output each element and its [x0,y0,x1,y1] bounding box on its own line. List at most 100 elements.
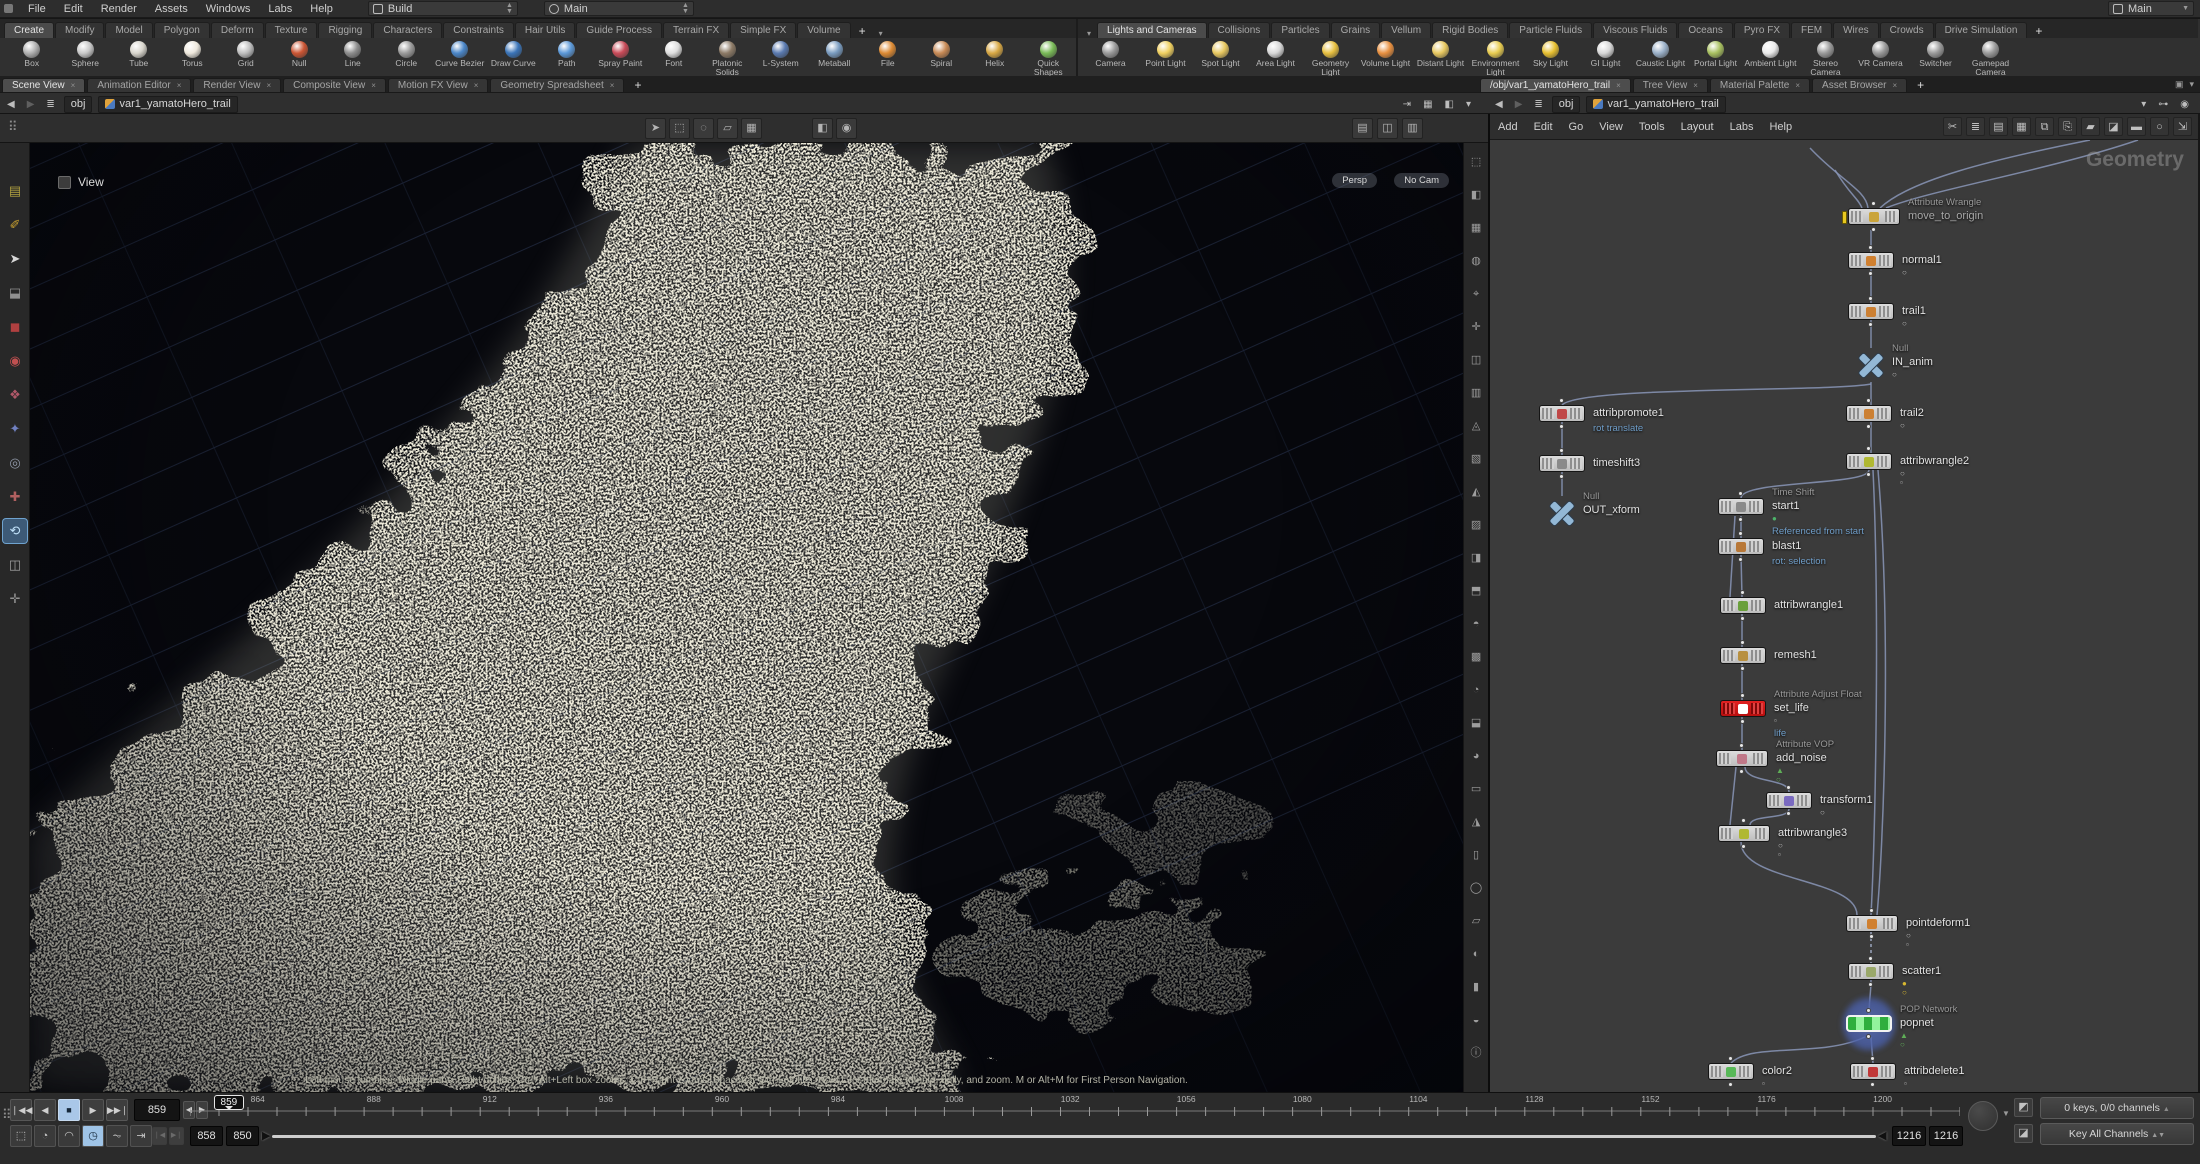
output-connector[interactable] [1738,517,1743,522]
display-toggle-icon-18[interactable]: ◕ [1467,747,1485,765]
display-toggle-icon-26[interactable]: ◒ [1467,1011,1485,1029]
realtime-icon[interactable]: ⬚ [10,1125,32,1147]
menu-assets[interactable]: Assets [146,3,197,15]
display-toggle-icon-25[interactable]: ▮ [1467,978,1485,996]
shelf-tool-metaball[interactable]: Metaball [809,41,861,68]
tab-asset-browser[interactable]: Asset Browser× [1812,78,1907,92]
shelf-tool-box[interactable]: Box [6,41,58,68]
input-connector[interactable] [1866,1008,1871,1013]
input-connector[interactable] [1559,398,1564,403]
node-blast1[interactable]: blast1rot: selection [1718,538,1764,555]
shelf-tab-volume[interactable]: Volume [797,22,850,38]
input-connector[interactable] [1868,245,1873,250]
clock-icon[interactable]: ◷ [82,1125,104,1147]
shelf-tool-tube[interactable]: Tube [113,41,165,68]
play-button[interactable]: ▶ [82,1099,104,1121]
shelf-tool-grid[interactable]: Grid [220,41,272,68]
node-scatter1[interactable]: scatter1● ○ [1848,963,1894,980]
desktop-selector[interactable]: Main ▼ [2108,1,2194,16]
range-slider-right-handle[interactable]: ◀ [1878,1129,1886,1142]
node-IN_anim[interactable]: NullIN_anim○ [1854,348,1888,382]
node-OUT_xform[interactable]: NullOUT_xform [1545,496,1579,530]
network-menu-go[interactable]: Go [1561,121,1592,133]
viewport-tool-icon-3[interactable]: ⬓ [3,281,27,305]
shelf-tool-stereo-camera[interactable]: Stereo Camera [1799,41,1852,76]
playback-range-start-field[interactable]: 850 [226,1126,259,1146]
shelf-add-tab-button[interactable]: + [2028,24,2049,38]
shelf-tool-draw-curve[interactable]: Draw Curve [488,41,540,68]
timeline-ruler[interactable]: 8648889129369609841008103210561080110411… [190,1095,1960,1121]
close-icon[interactable]: × [1795,81,1800,90]
forward-icon[interactable]: ▶ [24,99,38,110]
viewport-layout-icon-0[interactable]: ▤ [1352,118,1373,139]
node-body[interactable] [1718,825,1770,842]
swatch-icon[interactable]: ◧ [1442,99,1457,110]
close-icon[interactable]: × [71,81,76,90]
display-toggle-icon-8[interactable]: ◬ [1467,417,1485,435]
playback-range-end-field[interactable]: 1216 [1892,1126,1926,1146]
shelf-tool-environment-light[interactable]: Environment Light [1469,41,1522,76]
tab-motion-fx-view[interactable]: Motion FX View× [388,78,489,92]
input-connector[interactable] [1738,531,1743,536]
shelf-tool-spray-paint[interactable]: Spray Paint [595,41,647,68]
shelf-tool-l-system[interactable]: L-System [755,41,807,68]
close-icon[interactable]: × [1893,81,1898,90]
jump-first-frame-button[interactable]: ❘◀◀ [10,1099,32,1121]
selection-mode-icon-3[interactable]: ▱ [717,118,738,139]
tab-render-view[interactable]: Render View× [193,78,281,92]
current-frame-marker[interactable]: 859 [214,1095,245,1110]
shelf-tool-circle[interactable]: Circle [381,41,433,68]
shelf-tab-fem[interactable]: FEM [1791,22,1832,38]
menu-file[interactable]: File [19,3,55,15]
output-connector[interactable] [1870,1082,1875,1087]
input-connector[interactable] [1740,590,1745,595]
caret-icon[interactable]: ▾ [2138,99,2149,110]
auto-key-icon[interactable]: ◩ [2014,1098,2033,1117]
shelf-tab-grains[interactable]: Grains [1331,22,1380,38]
input-connector[interactable] [1740,640,1745,645]
tab-scene-view[interactable]: Scene View× [2,78,85,92]
display-toggle-icon-4[interactable]: ⌖ [1467,285,1485,303]
node-body[interactable] [1846,453,1892,470]
shelf-tool-file[interactable]: File [862,41,914,68]
display-toggle-icon-19[interactable]: ▭ [1467,780,1485,798]
template-flag[interactable] [1842,211,1847,224]
shelf-tool-helix[interactable]: Helix [969,41,1021,68]
shelf-tool-sphere[interactable]: Sphere [60,41,112,68]
output-connector[interactable] [1740,616,1745,621]
output-connector[interactable] [1740,719,1745,724]
node-trail2[interactable]: trail2○ [1846,405,1892,422]
selection-mode-icon-1[interactable]: ⬚ [669,118,690,139]
shelf-tool-point-light[interactable]: Point Light [1139,41,1192,68]
scoped-channels-icon[interactable]: ◪ [2014,1124,2033,1143]
play-reverse-button[interactable]: ◀ [34,1099,56,1121]
key-mode-dropdown[interactable]: Key All Channels ▲▼ [2040,1123,2194,1145]
menu-help[interactable]: Help [301,3,342,15]
shelf-tool-area-light[interactable]: Area Light [1249,41,1302,68]
display-toggle-icon-1[interactable]: ◧ [1467,186,1485,204]
input-connector[interactable] [1740,693,1745,698]
global-range-start-field[interactable]: 858 [190,1126,223,1146]
context-chip[interactable]: obj [1552,96,1581,113]
shelf-tab-wires[interactable]: Wires [1833,22,1879,38]
input-connector[interactable] [1728,1056,1733,1061]
pane-grip-icon[interactable]: ⠿ [8,119,19,135]
persp-pill[interactable]: Persp [1332,173,1377,188]
input-connector[interactable] [1559,448,1564,453]
search-icon[interactable]: ○ [2150,117,2169,136]
input-connector[interactable] [1738,491,1743,496]
input-connector[interactable] [1866,446,1871,451]
viewport-tool-icon-1[interactable]: ✐ [3,213,27,237]
shelf-scroll-caret-icon[interactable]: ▾ [1082,29,1096,38]
node-color2[interactable]: color2▫ [1708,1063,1754,1080]
shelf-tab-oceans[interactable]: Oceans [1678,22,1732,38]
input-connector[interactable] [1868,296,1873,301]
output-connector[interactable] [1866,424,1871,429]
node-body[interactable] [1718,498,1764,515]
menu-render[interactable]: Render [92,3,146,15]
node-body[interactable] [1539,405,1585,422]
node-normal1[interactable]: normal1○ [1848,252,1894,269]
shelf-tab-drive-simulation[interactable]: Drive Simulation [1935,22,2028,38]
path-list-icon[interactable]: ≣ [1531,99,1545,110]
display-toggle-icon-16[interactable]: ◔ [1467,681,1485,699]
